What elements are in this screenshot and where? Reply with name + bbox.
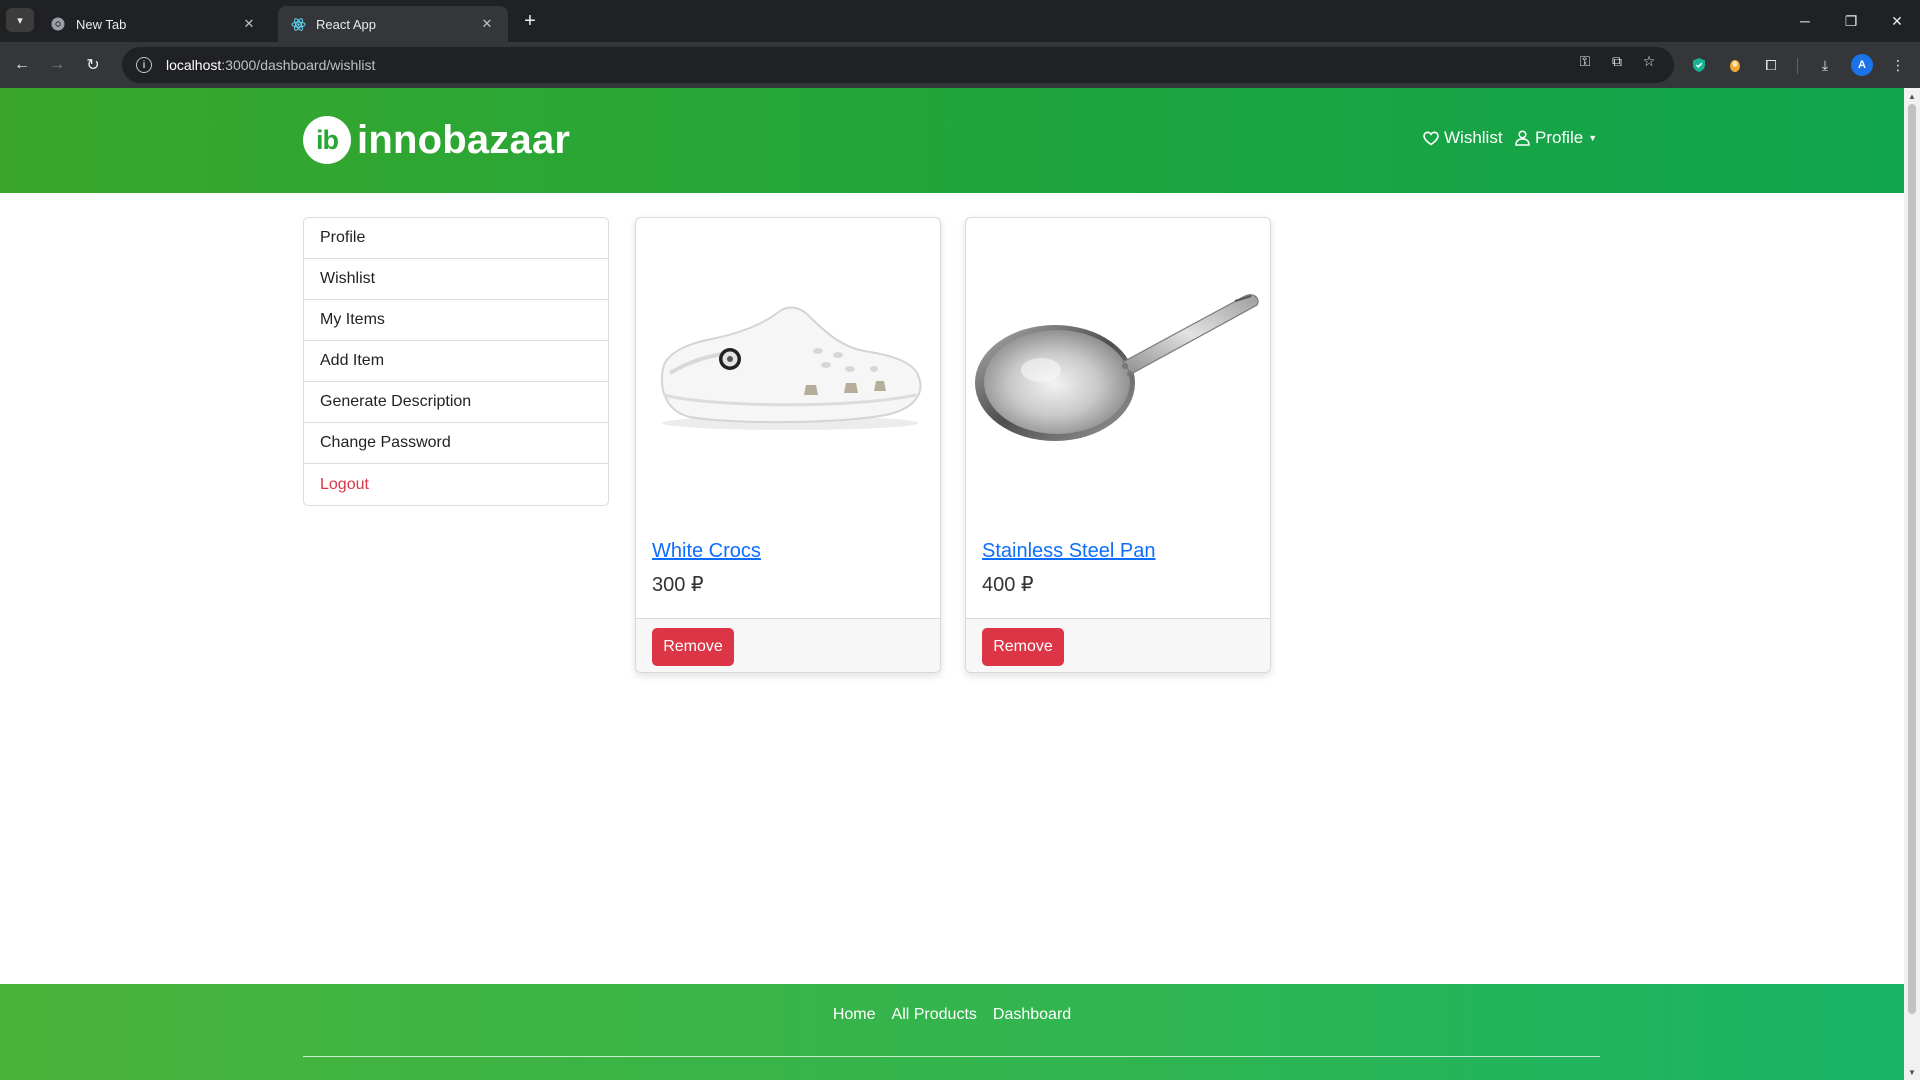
- browser-tab-new-tab[interactable]: New Tab ✕: [38, 6, 270, 42]
- product-image[interactable]: [636, 218, 940, 518]
- wishlist-card: White Crocs 300 ₽ Remove: [635, 217, 941, 673]
- tab-title: React App: [316, 16, 376, 32]
- bookmark-star-icon[interactable]: ☆: [1639, 51, 1659, 71]
- tab-title: New Tab: [76, 16, 127, 32]
- browser-toolbar: ← → ↻ i localhost:3000/dashboard/wishlis…: [0, 42, 1920, 88]
- wishlist-card: Stainless Steel Pan 400 ₽ Remove: [965, 217, 1271, 673]
- footer-link-dashboard[interactable]: Dashboard: [993, 1006, 1071, 1024]
- nav-wishlist-link[interactable]: Wishlist: [1423, 128, 1503, 148]
- sidebar-item-profile[interactable]: Profile: [304, 218, 608, 259]
- footer-divider: [303, 1056, 1600, 1057]
- sidebar-item-add-item[interactable]: Add Item: [304, 341, 608, 382]
- nav-profile-dropdown[interactable]: Profile ▼: [1515, 128, 1597, 148]
- brand-link[interactable]: ib innobazaar: [303, 116, 570, 164]
- sidebar-item-my-items[interactable]: My Items: [304, 300, 608, 341]
- nav-wishlist-label: Wishlist: [1444, 128, 1503, 147]
- sidebar-item-generate-description[interactable]: Generate Description: [304, 382, 608, 423]
- caret-down-icon: ▼: [1588, 133, 1598, 143]
- url-text: localhost:3000/dashboard/wishlist: [166, 57, 376, 73]
- product-price: 300 ₽: [652, 574, 704, 596]
- forward-arrow-icon[interactable]: →: [45, 53, 69, 77]
- chrome-icon: [50, 16, 66, 32]
- heart-icon: [1423, 130, 1439, 145]
- reload-icon[interactable]: ↻: [81, 53, 105, 77]
- address-bar[interactable]: i localhost:3000/dashboard/wishlist: [122, 47, 1674, 83]
- scroll-down-arrow-icon[interactable]: ▼: [1907, 1067, 1917, 1077]
- dashboard-sidebar: Profile Wishlist My Items Add Item Gener…: [303, 217, 609, 506]
- tab-search-button[interactable]: ▾: [6, 8, 34, 32]
- sidebar-item-change-password[interactable]: Change Password: [304, 423, 608, 464]
- minimize-icon[interactable]: ─: [1782, 0, 1828, 42]
- card-footer: Remove: [966, 618, 1270, 672]
- restore-icon[interactable]: ❐: [1828, 0, 1874, 42]
- password-key-icon[interactable]: ⚿: [1575, 51, 1595, 71]
- product-image[interactable]: [966, 218, 1270, 518]
- extension-shield-icon[interactable]: [1688, 54, 1710, 76]
- person-icon: [1515, 130, 1530, 146]
- extension-orange-icon[interactable]: [1724, 54, 1746, 76]
- install-app-icon[interactable]: ⧉: [1607, 51, 1627, 71]
- page-scrollbar[interactable]: ▲ ▼: [1904, 88, 1920, 1080]
- site-header: ib innobazaar Wishlist Profile ▼: [0, 88, 1904, 193]
- card-footer: Remove: [636, 618, 940, 672]
- browser-tab-react-app[interactable]: React App ✕: [278, 6, 508, 42]
- back-arrow-icon[interactable]: ←: [10, 53, 34, 77]
- product-name-link[interactable]: White Crocs: [652, 540, 761, 563]
- download-icon[interactable]: ⤓: [1814, 54, 1836, 76]
- footer-links: Home All Products Dashboard: [0, 1006, 1904, 1024]
- close-tab-icon[interactable]: ✕: [240, 15, 258, 33]
- footer-link-all-products[interactable]: All Products: [892, 1006, 977, 1024]
- page-viewport: ib innobazaar Wishlist Profile ▼ Profile…: [0, 88, 1904, 1080]
- profile-avatar-icon[interactable]: A: [1851, 54, 1873, 76]
- white-clog-shoe-image: [660, 306, 922, 430]
- scrollbar-thumb[interactable]: [1908, 104, 1916, 1014]
- frying-pan-image: [975, 294, 1259, 441]
- remove-button[interactable]: Remove: [982, 628, 1064, 666]
- remove-button[interactable]: Remove: [652, 628, 734, 666]
- site-info-icon[interactable]: i: [136, 57, 152, 73]
- browser-tab-bar: ▾ New Tab ✕ React App ✕ + ─ ❐ ✕: [0, 0, 1920, 42]
- sidebar-item-logout[interactable]: Logout: [304, 464, 608, 505]
- brand-logo-icon: ib: [303, 116, 351, 164]
- sidebar-item-wishlist[interactable]: Wishlist: [304, 259, 608, 300]
- react-icon: [290, 16, 306, 32]
- product-price: 400 ₽: [982, 574, 1034, 596]
- extensions-puzzle-icon[interactable]: ⧠: [1760, 54, 1782, 76]
- site-footer: Home All Products Dashboard: [0, 984, 1904, 1080]
- scroll-up-arrow-icon[interactable]: ▲: [1907, 91, 1917, 101]
- new-tab-plus-icon[interactable]: +: [518, 9, 542, 33]
- nav-profile-label: Profile: [1535, 128, 1584, 147]
- product-name-link[interactable]: Stainless Steel Pan: [982, 540, 1155, 563]
- close-window-icon[interactable]: ✕: [1874, 0, 1920, 42]
- brand-name: innobazaar: [357, 117, 571, 162]
- footer-link-home[interactable]: Home: [833, 1006, 876, 1024]
- menu-kebab-icon[interactable]: ⋮: [1887, 54, 1909, 76]
- close-tab-icon[interactable]: ✕: [478, 15, 496, 33]
- toolbar-divider: [1797, 58, 1798, 74]
